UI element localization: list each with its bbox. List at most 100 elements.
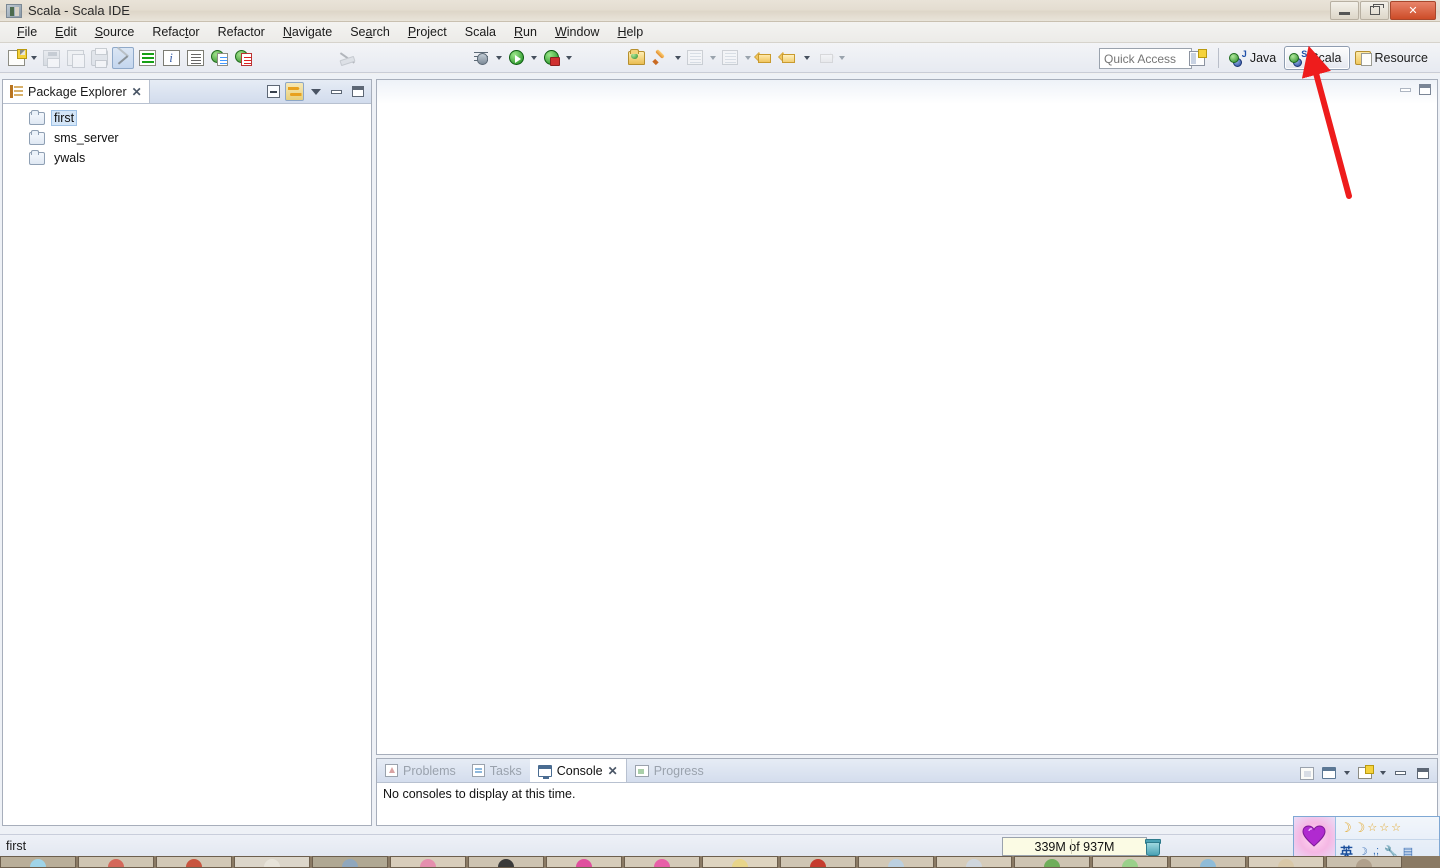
star-icon[interactable]: ☆ bbox=[1379, 821, 1389, 834]
scaladoc-button[interactable] bbox=[160, 47, 182, 69]
menu-source[interactable]: Source bbox=[86, 23, 144, 41]
tab-tasks[interactable]: Tasks bbox=[464, 759, 530, 782]
taskbar-item[interactable] bbox=[390, 856, 466, 868]
menu-refactor-1[interactable]: Refactor bbox=[143, 23, 208, 41]
minimize-icon[interactable] bbox=[1400, 87, 1411, 92]
open-type-button[interactable] bbox=[625, 47, 647, 69]
taskbar-item[interactable] bbox=[780, 856, 856, 868]
debug-button[interactable] bbox=[470, 47, 492, 69]
minimize-window-button[interactable] bbox=[1330, 1, 1359, 20]
print-button[interactable] bbox=[88, 47, 110, 69]
taskbar-item[interactable] bbox=[624, 856, 700, 868]
close-window-button[interactable]: ✕ bbox=[1390, 1, 1436, 20]
back-button[interactable] bbox=[754, 47, 776, 69]
perspective-java-button[interactable]: J Java bbox=[1224, 46, 1284, 70]
new-scala-class-button[interactable] bbox=[232, 47, 254, 69]
menu-file[interactable]: File bbox=[8, 23, 46, 41]
taskbar-item[interactable] bbox=[234, 856, 310, 868]
run-garbage-collector-button[interactable] bbox=[1145, 839, 1161, 856]
close-icon[interactable]: ✕ bbox=[132, 86, 142, 98]
taskbar-item[interactable] bbox=[702, 856, 778, 868]
forward-dropdown[interactable] bbox=[836, 47, 847, 69]
menu-project[interactable]: Project bbox=[399, 23, 456, 41]
menu-help[interactable]: Help bbox=[608, 23, 652, 41]
menu-navigate[interactable]: Navigate bbox=[274, 23, 341, 41]
perspective-scala-button[interactable]: S Scala bbox=[1284, 46, 1350, 70]
forward-button[interactable] bbox=[813, 47, 835, 69]
perspective-resource-button[interactable]: Resource bbox=[1350, 46, 1437, 70]
tab-progress[interactable]: Progress bbox=[627, 759, 712, 782]
taskbar-item[interactable] bbox=[1092, 856, 1168, 868]
open-console-button[interactable] bbox=[1355, 764, 1374, 783]
menu-scala[interactable]: Scala bbox=[456, 23, 505, 41]
link-with-editor-button[interactable] bbox=[285, 82, 304, 101]
run-coverage-button[interactable] bbox=[540, 47, 562, 69]
taskbar-item[interactable] bbox=[1170, 856, 1246, 868]
taskbar-item[interactable] bbox=[858, 856, 934, 868]
minimize-view-button[interactable] bbox=[327, 82, 346, 101]
taskbar-item[interactable] bbox=[936, 856, 1012, 868]
next-annotation-dropdown[interactable] bbox=[707, 47, 718, 69]
maximize-icon[interactable] bbox=[1419, 84, 1431, 95]
star-icon[interactable]: ☆ bbox=[1367, 821, 1377, 834]
display-console-dropdown[interactable] bbox=[1341, 762, 1352, 784]
restore-window-button[interactable] bbox=[1360, 1, 1389, 20]
debug-dropdown[interactable] bbox=[493, 47, 504, 69]
last-edit-dropdown[interactable] bbox=[801, 47, 812, 69]
pin-console-button[interactable] bbox=[1297, 764, 1316, 783]
save-button[interactable] bbox=[40, 47, 62, 69]
maximize-console-button[interactable] bbox=[1413, 764, 1432, 783]
open-console-dropdown[interactable] bbox=[1377, 762, 1388, 784]
menu-edit[interactable]: Edit bbox=[46, 23, 86, 41]
close-icon[interactable]: ✕ bbox=[608, 765, 618, 777]
editor-area[interactable] bbox=[376, 79, 1438, 755]
next-annotation-button[interactable] bbox=[684, 47, 706, 69]
taskbar-item[interactable] bbox=[546, 856, 622, 868]
collapse-all-button[interactable] bbox=[264, 82, 283, 101]
minimize-console-button[interactable] bbox=[1391, 764, 1410, 783]
taskbar-item[interactable] bbox=[1326, 856, 1402, 868]
moon-icon[interactable]: ☽ bbox=[1354, 820, 1366, 836]
new-wizard-button[interactable] bbox=[5, 47, 27, 69]
view-menu-button[interactable] bbox=[306, 82, 325, 101]
tab-problems[interactable]: Problems bbox=[377, 759, 464, 782]
no-smoking-toggle-button[interactable] bbox=[336, 47, 358, 69]
menu-refactor-2[interactable]: Refactor bbox=[209, 23, 274, 41]
build-all-button[interactable] bbox=[136, 47, 158, 69]
last-edit-location-button[interactable] bbox=[778, 47, 800, 69]
moon-icon[interactable]: ☽ bbox=[1340, 820, 1352, 836]
display-selected-console-button[interactable] bbox=[1319, 764, 1338, 783]
project-tree[interactable]: first sms_server ywals bbox=[3, 104, 371, 825]
tree-item-first[interactable]: first bbox=[3, 108, 371, 128]
menu-search[interactable]: Search bbox=[341, 23, 399, 41]
taskbar-item[interactable] bbox=[312, 856, 388, 868]
taskbar-item[interactable] bbox=[78, 856, 154, 868]
search-button[interactable] bbox=[649, 47, 671, 69]
heap-status-indicator[interactable]: 339M of 937M bbox=[1002, 837, 1147, 856]
new-wizard-dropdown[interactable] bbox=[28, 47, 39, 69]
search-dropdown[interactable] bbox=[672, 47, 683, 69]
tree-item-ywals[interactable]: ywals bbox=[3, 148, 371, 168]
maximize-view-button[interactable] bbox=[348, 82, 367, 101]
previous-annotation-button[interactable] bbox=[719, 47, 741, 69]
taskbar-item[interactable] bbox=[156, 856, 232, 868]
toggle-mark-occurrences-button[interactable] bbox=[112, 46, 134, 69]
taskbar-item[interactable] bbox=[1014, 856, 1090, 868]
star-icon[interactable]: ☆ bbox=[1391, 821, 1401, 834]
tree-item-sms-server[interactable]: sms_server bbox=[3, 128, 371, 148]
menu-run[interactable]: Run bbox=[505, 23, 546, 41]
run-dropdown[interactable] bbox=[528, 47, 539, 69]
save-all-button[interactable] bbox=[64, 47, 86, 69]
previous-annotation-dropdown[interactable] bbox=[742, 47, 753, 69]
run-coverage-dropdown[interactable] bbox=[563, 47, 574, 69]
tab-package-explorer[interactable]: Package Explorer ✕ bbox=[3, 80, 150, 103]
taskbar-item[interactable] bbox=[1248, 856, 1324, 868]
new-scala-project-button[interactable] bbox=[208, 47, 230, 69]
outline-button[interactable] bbox=[184, 47, 206, 69]
tab-console[interactable]: Console ✕ bbox=[529, 759, 627, 782]
quick-access-input[interactable] bbox=[1099, 48, 1192, 69]
run-button[interactable] bbox=[505, 47, 527, 69]
menu-window[interactable]: Window bbox=[546, 23, 608, 41]
taskbar-item[interactable] bbox=[0, 856, 76, 868]
taskbar-item[interactable] bbox=[468, 856, 544, 868]
